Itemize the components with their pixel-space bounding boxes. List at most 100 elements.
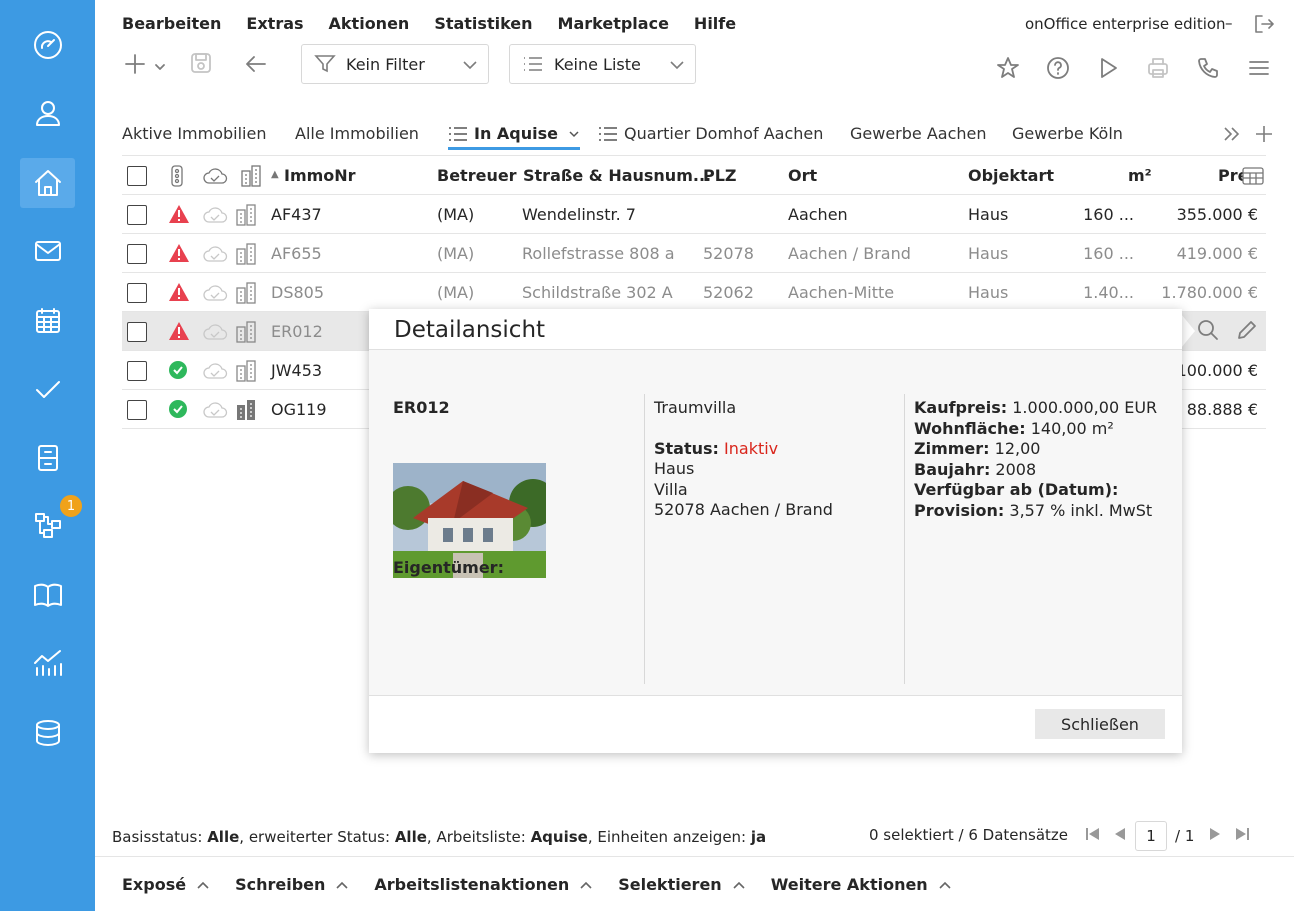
detail-column-info: Traumvilla Status: Inaktiv Haus Villa 52… (644, 394, 904, 684)
add-icon[interactable] (123, 52, 147, 80)
add-dropdown-chevron-icon[interactable] (154, 58, 166, 77)
page-input[interactable]: 1 (1135, 821, 1167, 851)
calendar-icon[interactable] (20, 296, 75, 346)
col-plz[interactable]: PLZ (703, 166, 737, 185)
row-checkbox[interactable] (127, 283, 147, 303)
tasks-icon[interactable] (20, 364, 75, 414)
fact-verfuegbar: Verfügbar ab (Datum): (914, 480, 1119, 499)
cell-immonr: DS805 (271, 283, 325, 302)
row-checkbox[interactable] (127, 244, 147, 264)
column-settings-icon[interactable] (1242, 166, 1264, 190)
list-select[interactable]: Keine Liste (509, 44, 696, 84)
action-weitere-aktionen[interactable]: Weitere Aktionen (771, 875, 952, 894)
row-checkbox[interactable] (127, 322, 147, 342)
statistics-icon[interactable] (20, 638, 75, 688)
tab-alle-immobilien[interactable]: Alle Immobilien (295, 124, 419, 143)
row-checkbox[interactable] (127, 361, 147, 381)
print-icon[interactable] (1146, 56, 1170, 84)
hamburger-menu-icon[interactable] (1247, 56, 1271, 84)
properties-icon[interactable] (20, 158, 75, 208)
fact-kaufpreis: Kaufpreis: 1.000.000,00 EUR (914, 398, 1158, 417)
menu-statistiken[interactable]: Statistiken (434, 14, 532, 33)
manual-icon[interactable] (20, 570, 75, 620)
table-row[interactable]: DS805 (MA) Schildstraße 302 A 52062 Aachen-M… (122, 273, 1266, 312)
tab-gewerbe-koeln[interactable]: Gewerbe Köln (1012, 124, 1123, 143)
files-icon[interactable] (20, 433, 75, 483)
star-icon[interactable] (996, 56, 1020, 84)
tab-in-aquise[interactable]: In Aquise (448, 124, 580, 150)
phone-icon[interactable] (1196, 56, 1220, 84)
action-schreiben[interactable]: Schreiben (235, 875, 349, 894)
help-icon[interactable] (1046, 56, 1070, 84)
filter-select[interactable]: Kein Filter (301, 44, 489, 84)
select-all-checkbox[interactable] (127, 166, 147, 186)
col-m2[interactable]: m² (1128, 166, 1152, 185)
table-row[interactable]: AF437 (MA) Wendelinstr. 7 Aachen Haus 160 ...… (122, 195, 1266, 234)
row-checkbox[interactable] (127, 205, 147, 225)
cell-preis: 419.000 € (1176, 244, 1258, 263)
logout-icon[interactable] (1253, 13, 1275, 39)
mail-icon[interactable] (20, 226, 75, 276)
menu-hilfe[interactable]: Hilfe (694, 14, 736, 33)
play-icon[interactable] (1096, 56, 1120, 84)
cell-immonr: AF655 (271, 244, 322, 263)
menu-bearbeiten[interactable]: Bearbeiten (122, 14, 221, 33)
back-arrow-icon[interactable] (243, 51, 269, 81)
menu-marketplace[interactable]: Marketplace (558, 14, 669, 33)
cell-ort: Aachen / Brand (788, 244, 911, 263)
col-betreuer[interactable]: Betreuer (437, 166, 517, 185)
cloud-check-icon (202, 282, 228, 308)
add-tab-icon[interactable] (1254, 124, 1274, 144)
first-page-icon[interactable] (1085, 826, 1101, 846)
close-button[interactable]: Schließen (1035, 709, 1165, 739)
fact-baujahr: Baujahr: 2008 (914, 459, 1037, 479)
next-page-icon[interactable] (1208, 826, 1222, 846)
bottom-action-bar: Exposé Schreiben Arbeitslistenaktionen S… (122, 875, 977, 894)
check-circle-icon (168, 399, 188, 423)
cell-preis: 1.780.000 € (1161, 283, 1258, 302)
menu-extras[interactable]: Extras (246, 14, 303, 33)
cell-objektart: Haus (968, 283, 1009, 302)
prev-page-icon[interactable] (1113, 826, 1127, 846)
dashboard-icon[interactable] (20, 20, 75, 70)
warning-icon (168, 243, 190, 267)
building-icon (235, 204, 257, 230)
contacts-icon[interactable] (20, 88, 75, 138)
table-row[interactable]: AF655 (MA) Rollefstrasse 808 a 52078 Aachen … (122, 234, 1266, 273)
action-expose[interactable]: Exposé (122, 875, 210, 894)
fact-zimmer: Zimmer: 12,00 (914, 439, 1041, 458)
col-ort[interactable]: Ort (788, 166, 817, 185)
status-value: Inaktiv (724, 438, 779, 458)
tab-aktive-immobilien[interactable]: Aktive Immobilien (122, 124, 266, 143)
tab-quartier-domhof-aachen[interactable]: Quartier Domhof Aachen (598, 124, 823, 143)
cell-ort: Aachen-Mitte (788, 283, 895, 302)
action-selektieren[interactable]: Selektieren (618, 875, 745, 894)
divider (369, 695, 1182, 696)
action-arbeitslistenaktionen[interactable]: Arbeitslistenaktionen (374, 875, 593, 894)
row-checkbox[interactable] (127, 400, 147, 420)
cell-betreuer: (MA) (437, 244, 475, 263)
building-icon (235, 321, 257, 347)
save-icon[interactable] (189, 51, 213, 79)
more-tabs-icon[interactable] (1222, 126, 1242, 142)
detail-immonr: ER012 (393, 398, 450, 417)
cell-preis: 88.888 € (1186, 400, 1258, 419)
sidebar: 1 (0, 0, 95, 911)
cell-m2: 160 ... (1083, 244, 1134, 263)
status-line: Status: Inaktiv (654, 439, 904, 460)
edit-pencil-icon[interactable] (1236, 319, 1258, 345)
last-page-icon[interactable] (1234, 826, 1250, 846)
menu-aktionen[interactable]: Aktionen (329, 14, 410, 33)
cell-objektart: Haus (968, 205, 1009, 224)
cloud-check-icon (202, 399, 228, 425)
col-objektart[interactable]: Objektart (968, 166, 1054, 185)
warning-icon (168, 321, 190, 345)
col-strasse[interactable]: Straße & Hausnum... (523, 166, 711, 185)
property-subtype: Villa (654, 479, 688, 499)
search-icon[interactable] (1197, 319, 1219, 345)
col-immonr[interactable]: ImmoNr (284, 166, 356, 185)
database-icon[interactable] (20, 708, 75, 758)
menu-bar: Bearbeiten Extras Aktionen Statistiken M… (122, 14, 761, 33)
cell-plz: 52062 (703, 283, 754, 302)
tab-gewerbe-aachen[interactable]: Gewerbe Aachen (850, 124, 987, 143)
